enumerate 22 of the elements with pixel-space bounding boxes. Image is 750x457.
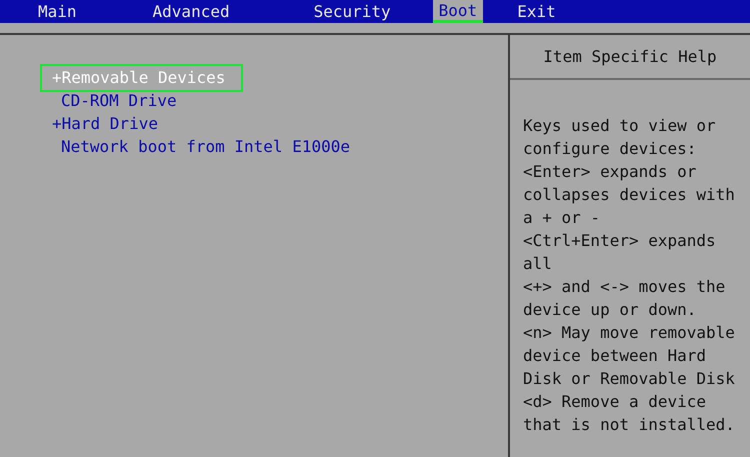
menu-tab[interactable]: Main [32, 0, 83, 23]
menu-tab[interactable]: Boot [432, 0, 484, 23]
help-title: Item Specific Help [543, 46, 717, 68]
help-text-line: a + or - [523, 207, 600, 229]
help-text-line: Keys used to view or [523, 115, 716, 137]
menu-tab[interactable]: Advanced [146, 0, 236, 23]
help-text-line: that is not installed. [523, 414, 735, 436]
help-text-line: collapses devices with [523, 184, 735, 206]
help-text-line: all [523, 253, 552, 275]
help-text-line: configure devices: [523, 138, 696, 160]
help-text-line: device up or down. [523, 299, 696, 321]
help-text-line: device between Hard [523, 345, 706, 367]
help-text-line: <n> May move removable [523, 322, 735, 344]
boot-device-item[interactable]: +Hard Drive [40, 110, 176, 133]
menu-tab[interactable]: Security [308, 0, 397, 23]
help-text-line: <Enter> expands or [523, 161, 696, 183]
help-text-line: Disk or Removable Disk [523, 368, 735, 390]
menu-tab[interactable]: Exit [511, 0, 562, 23]
help-text-line: <Ctrl+Enter> expands [523, 230, 716, 252]
help-text-line: <d> Remove a device [523, 391, 706, 413]
boot-device-item[interactable]: Network boot from Intel E1000e [40, 133, 368, 156]
help-text-line: <+> and <-> moves the [523, 276, 726, 298]
